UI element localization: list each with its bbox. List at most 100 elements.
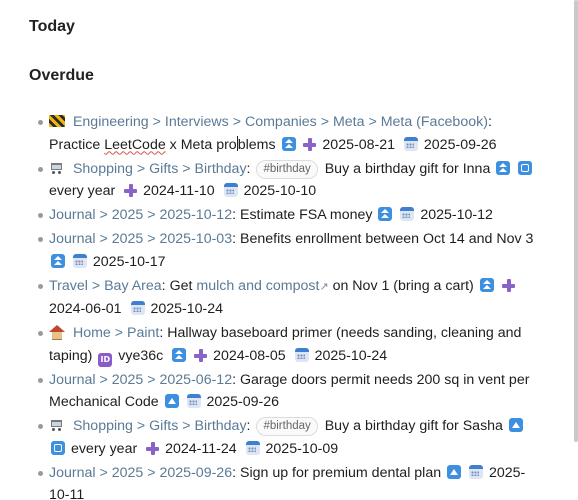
breadcrumb-link[interactable]: Gifts	[149, 418, 178, 434]
breadcrumb-link[interactable]: 2025	[112, 231, 144, 247]
house-icon	[49, 325, 65, 340]
task-item[interactable]: Journal > 2025 > 2025-09-26: Sign up for…	[0, 462, 540, 500]
breadcrumb-link[interactable]: 2025-10-03	[160, 231, 233, 247]
created-date: 2025-08-21	[322, 136, 395, 153]
breadcrumb-link[interactable]: 2025-09-26	[160, 465, 233, 481]
breadcrumb-separator: >	[182, 160, 191, 177]
colon: :	[246, 160, 251, 177]
colon: :	[161, 277, 166, 294]
highest-priority-icon	[496, 160, 511, 175]
breadcrumb-separator: >	[320, 114, 329, 130]
shopping-cart-icon	[49, 419, 64, 431]
colon: :	[232, 207, 237, 223]
task-item[interactable]: Home > Paint: Hallway baseboard primer (…	[0, 322, 540, 367]
task-item[interactable]: Travel > Bay Area: Get mulch and compost…	[0, 275, 540, 321]
scrollbar[interactable]	[574, 0, 578, 442]
due-date-icon	[130, 301, 145, 315]
highest-priority-icon	[281, 136, 296, 151]
breadcrumb-separator: >	[91, 277, 101, 294]
created-date-icon	[501, 278, 515, 292]
due-date-icon	[72, 253, 87, 268]
task-item[interactable]: Journal > 2025 > 2025-10-12: Estimate FS…	[0, 204, 540, 227]
recurrence-icon	[518, 160, 533, 175]
highest-priority-icon	[51, 253, 65, 268]
breadcrumb-link[interactable]: Companies	[245, 114, 317, 130]
breadcrumb-separator: >	[147, 464, 156, 481]
created-date-icon	[194, 348, 208, 362]
breadcrumb-link[interactable]: Paint	[127, 325, 159, 341]
colon: :	[246, 418, 251, 434]
tag-pill[interactable]: #birthday	[256, 159, 318, 179]
task-item[interactable]: Journal > 2025 > 2025-06-12: Garage door…	[0, 369, 540, 414]
breadcrumb-separator: >	[114, 325, 124, 341]
external-link-icon: ↗	[319, 280, 329, 293]
breadcrumb-link[interactable]: 2025	[112, 465, 144, 481]
breadcrumb-separator: >	[152, 114, 161, 130]
due-date-icon	[245, 440, 260, 455]
highest-priority-icon	[378, 207, 393, 221]
breadcrumb-separator: >	[99, 207, 108, 223]
breadcrumb-link[interactable]: Bay Area	[104, 278, 162, 294]
breadcrumb-separator: >	[147, 231, 156, 247]
breadcrumb-link[interactable]: Engineering	[73, 114, 149, 130]
due-date: 2025-09-26	[423, 136, 497, 153]
due-date: 2025-10-24	[150, 301, 224, 317]
medium-priority-icon	[164, 394, 179, 408]
breadcrumb-link[interactable]: Meta (Facebook)	[381, 114, 488, 130]
task-item[interactable]: Engineering > Interviews > Companies > M…	[0, 111, 540, 156]
breadcrumb-link[interactable]: 2025	[112, 372, 144, 388]
breadcrumb-separator: >	[232, 114, 242, 130]
due-date-icon	[186, 394, 201, 408]
tag-pill[interactable]: #birthday	[256, 417, 318, 436]
breadcrumb-link[interactable]: Birthday	[195, 418, 247, 434]
breadcrumb-link[interactable]: Journal	[49, 465, 96, 481]
colon: :	[232, 231, 237, 247]
created-date-icon	[124, 184, 138, 197]
created-date: 2024-11-10	[143, 183, 215, 199]
medium-priority-icon	[508, 418, 523, 432]
breadcrumb-link[interactable]: Shopping	[73, 161, 133, 177]
breadcrumb-link[interactable]: Birthday	[195, 161, 247, 177]
section-heading-overdue: Overdue	[29, 67, 94, 84]
breadcrumb-separator: >	[99, 231, 108, 247]
breadcrumb-link[interactable]: 2025-06-12	[160, 372, 233, 388]
breadcrumb-link[interactable]: 2025-10-12	[160, 207, 233, 223]
due-date-icon	[469, 464, 484, 479]
due-date-icon	[294, 347, 309, 362]
recurrence-text: every year	[70, 440, 138, 457]
colon: :	[232, 464, 237, 481]
due-date: 2025-10-24	[314, 347, 388, 364]
recurrence-text: every year	[49, 183, 116, 199]
recurrence-icon	[51, 440, 65, 455]
due-date: 2025-10-12	[420, 207, 493, 223]
task-item[interactable]: Shopping > Gifts > Birthday: #birthday B…	[0, 415, 540, 460]
breadcrumb-separator: >	[136, 160, 146, 177]
breadcrumb-separator: >	[182, 418, 191, 434]
breadcrumb-link[interactable]: Journal	[49, 372, 96, 388]
task-text: Benefits enrollment between Oct 14 and N…	[240, 231, 534, 247]
misspelled-word[interactable]: LeetCode	[104, 137, 166, 153]
created-date-icon	[303, 137, 317, 151]
highest-priority-icon	[172, 347, 187, 362]
external-link[interactable]: mulch and compost	[196, 278, 319, 294]
task-item[interactable]: Journal > 2025 > 2025-10-03: Benefits en…	[0, 228, 540, 273]
colon: :	[232, 371, 237, 388]
breadcrumb-separator: >	[99, 371, 108, 388]
section-heading-today: Today	[29, 18, 75, 35]
due-date: 2025-10-10	[243, 183, 317, 199]
breadcrumb-link[interactable]: Interviews	[165, 114, 229, 130]
breadcrumb-link[interactable]: Gifts	[149, 161, 178, 177]
breadcrumb-link[interactable]: Travel	[49, 278, 88, 294]
task-text: Sign up for premium dental plan	[240, 464, 442, 481]
shopping-cart-icon	[49, 162, 64, 174]
breadcrumb-link[interactable]: Shopping	[73, 418, 133, 434]
breadcrumb-link[interactable]: Home	[73, 325, 111, 341]
construction-icon	[49, 115, 65, 127]
task-item[interactable]: Shopping > Gifts > Birthday: #birthday B…	[0, 158, 540, 203]
breadcrumb-link[interactable]: Meta	[333, 114, 365, 130]
breadcrumb-link[interactable]: Journal	[49, 231, 96, 247]
breadcrumb-link[interactable]: Journal	[49, 207, 96, 223]
breadcrumb-link[interactable]: 2025	[112, 207, 144, 223]
due-date: 2025-09-26	[206, 394, 280, 410]
overdue-task-list: Engineering > Interviews > Companies > M…	[0, 111, 540, 500]
